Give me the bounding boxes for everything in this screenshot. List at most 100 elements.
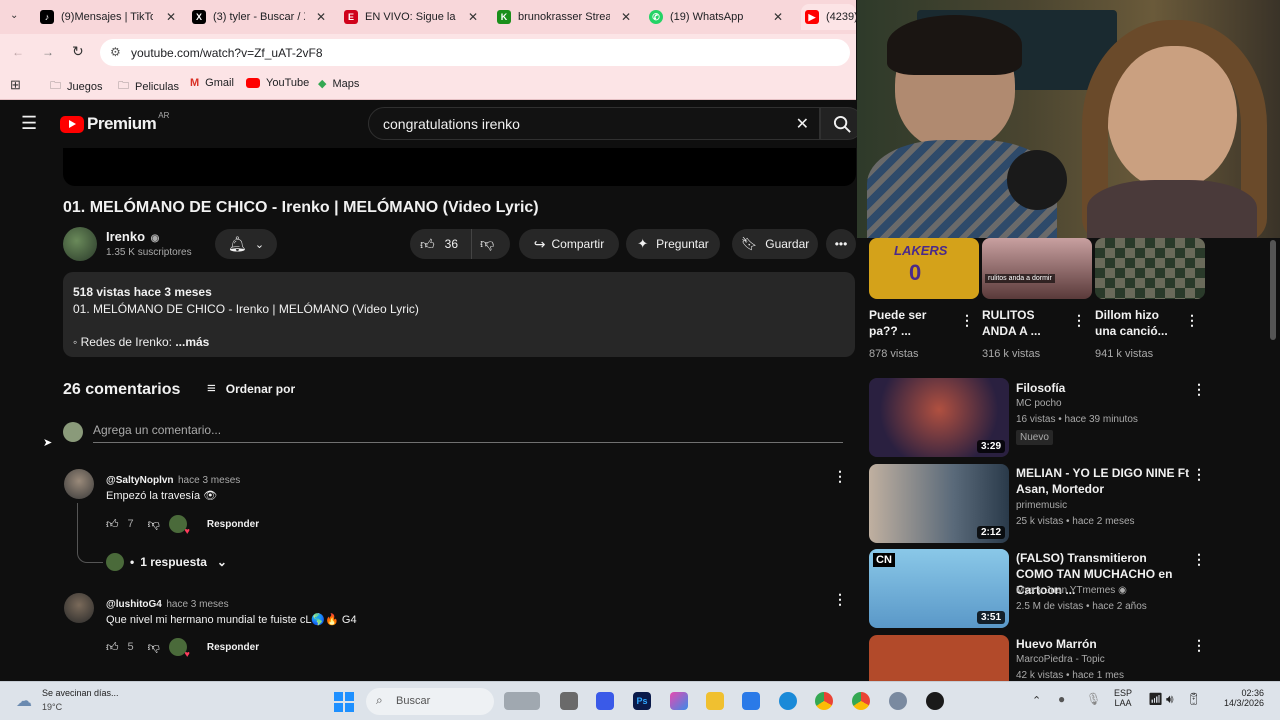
page-scrollbar-thumb[interactable] <box>1270 240 1276 340</box>
comment-time[interactable]: hace 3 meses <box>166 599 228 610</box>
save-button[interactable]: 🔖︎ Guardar <box>732 229 818 259</box>
clock[interactable]: 02:36 14/3/2026 <box>1210 688 1264 708</box>
dislike-button[interactable]: 👎︎ <box>480 235 494 252</box>
add-comment-input[interactable]: Agrega un comentario... <box>93 423 843 443</box>
menu-icon[interactable]: ☰ <box>21 113 37 134</box>
comment-more-icon[interactable]: ⋮ <box>833 591 847 608</box>
video-title-link[interactable]: Huevo Marrón <box>1016 636 1186 652</box>
browser-tab-kick[interactable]: K brunokrasser Stream ✕ <box>497 4 631 30</box>
video-channel[interactable]: MC pocho <box>1016 398 1062 409</box>
show-more-link[interactable]: ...más <box>175 335 209 349</box>
video-more-icon[interactable]: ⋮ <box>1192 381 1206 398</box>
url-field[interactable]: ⚙ youtube.com/watch?v=Zf_uAT-2vF8 <box>100 39 850 66</box>
comment-avatar[interactable] <box>64 469 94 499</box>
site-info-icon[interactable]: ⚙ <box>110 45 121 59</box>
video-channel[interactable]: MarcoPiedra - Topic <box>1016 654 1105 665</box>
sort-comments-button[interactable]: ≡ Ordenar por <box>207 380 295 397</box>
channel-name-row[interactable]: Irenko ◉ <box>106 229 159 244</box>
tray-chevron-icon[interactable]: ⌃ <box>1032 694 1041 707</box>
forward-icon[interactable]: → <box>42 45 54 59</box>
short-more-icon[interactable]: ⋮ <box>960 312 974 329</box>
battery-icon[interactable]: 🔋︎ <box>1186 692 1201 706</box>
thumbs-up-icon[interactable]: 👍︎ <box>106 640 119 655</box>
video-description[interactable]: 518 vistas hace 3 meses 01. MELÓMANO DE … <box>63 272 855 357</box>
video-more-icon[interactable]: ⋮ <box>1192 551 1206 568</box>
video-more-icon[interactable]: ⋮ <box>1192 466 1206 483</box>
video-thumbnail-3[interactable]: CN 3:51 <box>869 549 1009 628</box>
close-tab-icon[interactable]: ✕ <box>316 10 326 24</box>
thumbs-down-icon[interactable]: 👎︎ <box>148 517 160 532</box>
comment-author[interactable]: @SaltyNoplvn <box>106 475 174 486</box>
comment-more-icon[interactable]: ⋮ <box>833 468 847 485</box>
reply-button[interactable]: Responder <box>207 519 259 530</box>
browser-tab-youtube-active[interactable]: ▶ (4239) 0 <box>801 4 856 30</box>
bookmark-peliculas[interactable]: 🗀 Peliculas <box>118 77 179 96</box>
chrome-profile-icon[interactable] <box>852 692 870 710</box>
video-player[interactable] <box>63 148 856 186</box>
browser-tab-news[interactable]: E EN VIVO: Sigue la ca ✕ <box>344 4 478 30</box>
edge-icon[interactable] <box>779 692 797 710</box>
reload-icon[interactable]: ↻ <box>72 43 84 60</box>
bookmark-maps[interactable]: ◆ Maps <box>318 77 359 91</box>
app-icon[interactable] <box>926 692 944 710</box>
chrome-icon[interactable] <box>815 692 833 710</box>
close-tab-icon[interactable]: ✕ <box>773 10 783 24</box>
more-actions-button[interactable]: ••• <box>826 229 856 259</box>
tab-list-chevron-icon[interactable]: ⌄ <box>10 10 18 21</box>
thumbs-down-icon[interactable]: 👎︎ <box>148 640 160 655</box>
weather-text[interactable]: Se avecinan días... <box>42 688 119 698</box>
thumbs-up-icon[interactable]: 👍︎ <box>106 517 119 532</box>
short-more-icon[interactable]: ⋮ <box>1185 312 1199 329</box>
bookmark-gmail[interactable]: M Gmail <box>190 77 234 89</box>
close-tab-icon[interactable]: ✕ <box>166 10 176 24</box>
bookmark-youtube[interactable]: YouTube <box>246 77 309 89</box>
reply-button[interactable]: Responder <box>207 642 259 653</box>
tray-app-icon[interactable]: ● <box>1058 692 1065 706</box>
short-title[interactable]: Dillom hizo una canció... <box>1095 307 1180 339</box>
notifications-button[interactable]: 🔔︎ ⌄ <box>215 229 277 259</box>
video-thumbnail-1[interactable]: 3:29 <box>869 378 1009 457</box>
back-icon[interactable]: ← <box>12 45 24 59</box>
app-icon[interactable] <box>596 692 614 710</box>
share-button[interactable]: ↪ Compartir <box>519 229 619 259</box>
browser-tab-x[interactable]: X (3) tyler - Buscar / X ✕ <box>192 4 326 30</box>
video-thumbnail-4[interactable] <box>869 635 1009 681</box>
video-channel-row[interactable]: Mya y Juan YTmemes ◉ <box>1016 585 1127 596</box>
short-more-icon[interactable]: ⋮ <box>1072 312 1086 329</box>
show-replies-button[interactable]: • 1 respuesta ⌄ <box>106 553 227 571</box>
like-button[interactable]: 👍︎ 36 <box>410 229 472 259</box>
video-title-link[interactable]: Filosofía <box>1016 380 1186 396</box>
short-title[interactable]: RULITOS ANDA A ... <box>982 307 1062 339</box>
short-thumbnail-1[interactable]: LAKERS 0 <box>869 238 979 299</box>
ask-button[interactable]: ✦ Preguntar <box>626 229 720 259</box>
language-indicator[interactable]: ESP LAA <box>1114 688 1132 708</box>
video-thumbnail-2[interactable]: 2:12 <box>869 464 1009 543</box>
search-input[interactable]: congratulations irenko ✕ <box>368 107 820 140</box>
microphone-icon[interactable]: 🎙︎ <box>1086 692 1101 706</box>
widgets-icon[interactable] <box>504 692 540 710</box>
apps-grid-icon[interactable]: ⊞ <box>10 77 21 93</box>
video-more-icon[interactable]: ⋮ <box>1192 637 1206 654</box>
short-thumbnail-3[interactable] <box>1095 238 1205 299</box>
windows-start-icon[interactable] <box>334 692 354 712</box>
short-title[interactable]: Puede ser pa?? ... <box>869 307 949 339</box>
photoshop-icon[interactable]: Ps <box>633 692 651 710</box>
browser-tab-whatsapp[interactable]: ✆ (19) WhatsApp ✕ <box>649 4 783 30</box>
comment-author[interactable]: @lushitoG4 <box>106 599 162 610</box>
close-tab-icon[interactable]: ✕ <box>468 10 478 24</box>
settings-icon[interactable] <box>889 692 907 710</box>
taskbar-search-input[interactable]: ⌕ Buscar <box>366 688 494 715</box>
store-icon[interactable] <box>742 692 760 710</box>
task-view-icon[interactable] <box>560 692 578 710</box>
close-tab-icon[interactable]: ✕ <box>621 10 631 24</box>
video-channel[interactable]: primemusic <box>1016 500 1067 511</box>
bookmark-juegos[interactable]: 🗀 Juegos <box>50 77 102 96</box>
comment-avatar[interactable] <box>64 593 94 623</box>
comment-time[interactable]: hace 3 meses <box>178 475 240 486</box>
short-thumbnail-2[interactable]: rulitos anda a dormir <box>982 238 1092 299</box>
video-title-link[interactable]: MELIAN - YO LE DIGO NINE Ft Asan, Morted… <box>1016 465 1191 497</box>
weather-icon[interactable]: ☁ <box>16 691 32 711</box>
volume-icon[interactable]: 🔊︎ <box>1166 692 1174 707</box>
wifi-icon[interactable]: 📶︎ <box>1148 692 1163 706</box>
copilot-icon[interactable] <box>670 692 688 710</box>
